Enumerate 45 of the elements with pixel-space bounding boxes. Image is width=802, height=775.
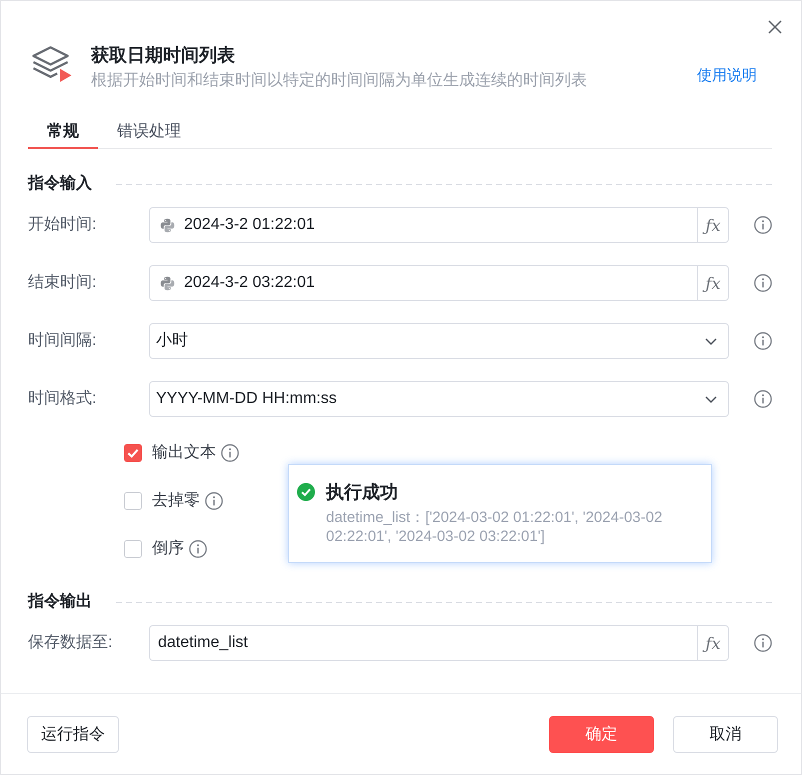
info-icon[interactable] [754,216,772,234]
info-icon[interactable] [205,492,223,510]
layers-icon [30,45,73,83]
chevron-down-icon [705,396,717,402]
function-button[interactable]: ƒx [697,265,729,301]
checkbox[interactable] [124,444,142,462]
section-heading: 指令输入 [28,173,92,194]
check-circle-icon [297,483,315,501]
dialog-description: 根据开始时间和结束时间以特定的时间间隔为单位生成连续的时间列表 [91,70,587,91]
help-link[interactable]: 使用说明 [697,66,757,86]
run-button[interactable]: 运行指令 [27,716,119,753]
toast-message: datetime_list：['2024-03-02 01:22:01', '2024-03-02 02:22:01', '2024-03-02 03:22:01'] [326,508,664,546]
close-icon[interactable] [768,20,782,34]
tab[interactable]: 常规 [28,111,98,149]
cancel-button[interactable]: 取消 [673,716,778,753]
dropdown-field[interactable]: 小时 [149,323,729,359]
tab[interactable]: 错误处理 [98,111,200,149]
checkbox[interactable] [124,540,142,558]
field-label: 时间间隔: [28,330,96,351]
info-icon[interactable] [754,274,772,292]
input-field[interactable]: 2024-3-2 01:22:01 [149,207,697,243]
info-icon[interactable] [754,390,772,408]
dropdown-field[interactable]: YYYY-MM-DD HH:mm:ss [149,381,729,417]
option-label: 输出文本 [152,442,216,463]
python-icon [160,276,175,290]
field-label: 时间格式: [28,388,96,409]
section-heading: 指令输出 [28,592,92,612]
dialog-title: 获取日期时间列表 [91,44,235,67]
checkbox[interactable] [124,492,142,510]
toast-title: 执行成功 [326,481,398,504]
python-icon [160,218,175,232]
function-button[interactable]: ƒx [697,625,729,661]
option-label: 倒序 [152,538,184,559]
field-label: 开始时间: [28,214,96,235]
field-label: 保存数据至: [28,633,112,653]
option-label: 去掉零 [152,490,200,511]
chevron-down-icon [705,338,717,344]
info-icon[interactable] [221,444,239,462]
info-icon[interactable] [189,540,207,558]
input-field[interactable]: 2024-3-2 03:22:01 [149,265,697,301]
field-label: 结束时间: [28,272,96,293]
info-icon[interactable] [754,332,772,350]
input-field[interactable]: datetime_list [149,625,697,661]
info-icon[interactable] [754,634,772,652]
function-button[interactable]: ƒx [697,207,729,243]
